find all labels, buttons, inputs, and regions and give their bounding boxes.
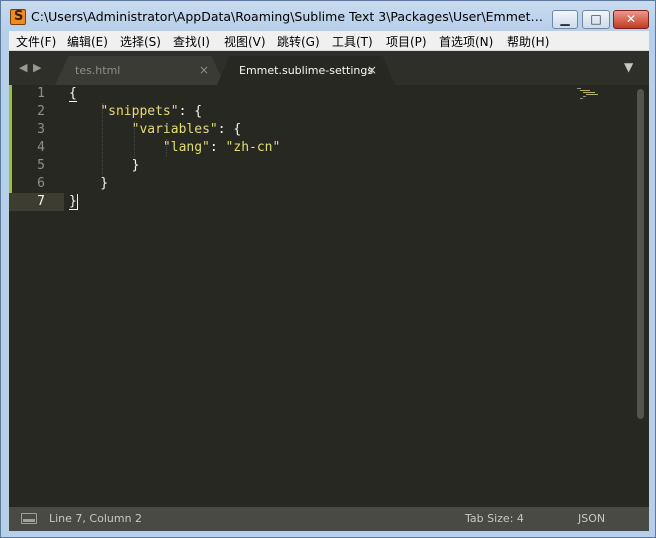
cursor-position: Line 7, Column 2 — [49, 512, 143, 525]
tab-close-icon[interactable]: × — [367, 63, 377, 77]
app-window: C:\Users\Administrator\AppData\Roaming\S… — [0, 0, 656, 538]
line-number-gutter: 1 2 3 4 5 6 7 — [9, 85, 65, 507]
tab-scroll-left-icon[interactable]: ◀ — [19, 61, 27, 74]
code-area[interactable]: { "snippets": { "variables": { "lang": "… — [69, 85, 629, 505]
code-token: } — [69, 194, 77, 209]
minimize-button[interactable]: ▁ — [552, 10, 578, 29]
code-token: } — [69, 176, 109, 191]
tab-size-selector[interactable]: Tab Size: 4 — [465, 512, 524, 525]
tab-bar: ◀ ▶ tes.html × Emmet.sublime-settings × … — [9, 51, 649, 85]
sublime-text-icon[interactable] — [10, 9, 26, 25]
menu-project[interactable]: 项目(P) — [386, 33, 427, 49]
panel-toggle-icon[interactable] — [21, 513, 37, 524]
close-button[interactable]: ✕ — [613, 10, 649, 29]
close-icon: ✕ — [625, 12, 637, 26]
code-token: { — [69, 86, 77, 101]
tab-emmet-settings[interactable]: Emmet.sublime-settings × — [217, 56, 395, 85]
syntax-selector[interactable]: JSON — [578, 512, 605, 525]
bracket-match-underline — [69, 101, 77, 102]
code-token: : { — [178, 104, 203, 119]
code-token: : { — [217, 122, 242, 137]
line-number: 4 — [37, 140, 45, 155]
line-number: 6 — [37, 176, 45, 191]
title-bar[interactable]: C:\Users\Administrator\AppData\Roaming\S… — [1, 1, 655, 31]
maximize-icon: □ — [590, 12, 602, 26]
minimize-icon: ▁ — [560, 12, 570, 26]
menu-goto[interactable]: 跳转(G) — [277, 33, 320, 49]
line-number: 5 — [37, 158, 45, 173]
code-token: : — [209, 140, 226, 155]
editor-frame: ◀ ▶ tes.html × Emmet.sublime-settings × … — [9, 51, 649, 531]
menu-find[interactable]: 查找(I) — [173, 33, 210, 49]
tab-label: tes.html — [75, 64, 121, 77]
code-token-string: "zh-cn" — [225, 140, 281, 155]
tab-close-icon[interactable]: × — [199, 63, 209, 77]
vertical-scrollbar-thumb[interactable] — [637, 89, 644, 419]
text-cursor — [77, 194, 78, 210]
tab-label: Emmet.sublime-settings — [239, 64, 374, 77]
code-token-string: "variables" — [131, 122, 218, 137]
code-line: } — [69, 157, 140, 175]
code-token-string: "snippets" — [100, 104, 179, 119]
code-line: "lang": "zh-cn" — [69, 139, 280, 157]
tab-list-dropdown-icon[interactable]: ▼ — [624, 60, 633, 74]
menu-help[interactable]: 帮助(H) — [507, 33, 549, 49]
maximize-button[interactable]: □ — [582, 10, 610, 29]
code-line: "snippets": { — [69, 103, 202, 121]
code-line: "variables": { — [69, 121, 242, 139]
menu-preferences[interactable]: 首选项(N) — [439, 33, 493, 49]
status-bar: Line 7, Column 2 Tab Size: 4 JSON — [9, 507, 649, 531]
minimap[interactable] — [575, 87, 601, 101]
line-number: 2 — [37, 104, 45, 119]
code-token-string: "lang" — [162, 140, 210, 155]
window-title: C:\Users\Administrator\AppData\Roaming\S… — [31, 9, 546, 24]
code-token: } — [69, 158, 140, 173]
line-number: 1 — [37, 86, 45, 101]
tab-scroll-right-icon[interactable]: ▶ — [33, 61, 41, 74]
code-line: } — [69, 175, 108, 193]
menu-edit[interactable]: 编辑(E) — [67, 33, 108, 49]
tab-tes-html[interactable]: tes.html × — [55, 56, 225, 85]
menu-tools[interactable]: 工具(T) — [332, 33, 373, 49]
menu-file[interactable]: 文件(F) — [16, 33, 56, 49]
line-number: 3 — [37, 122, 45, 137]
bracket-match-underline — [69, 209, 77, 210]
menu-view[interactable]: 视图(V) — [224, 33, 266, 49]
line-number: 7 — [37, 194, 45, 209]
menu-bar: 文件(F) 编辑(E) 选择(S) 查找(I) 视图(V) 跳转(G) 工具(T… — [9, 31, 649, 51]
menu-select[interactable]: 选择(S) — [120, 33, 161, 49]
